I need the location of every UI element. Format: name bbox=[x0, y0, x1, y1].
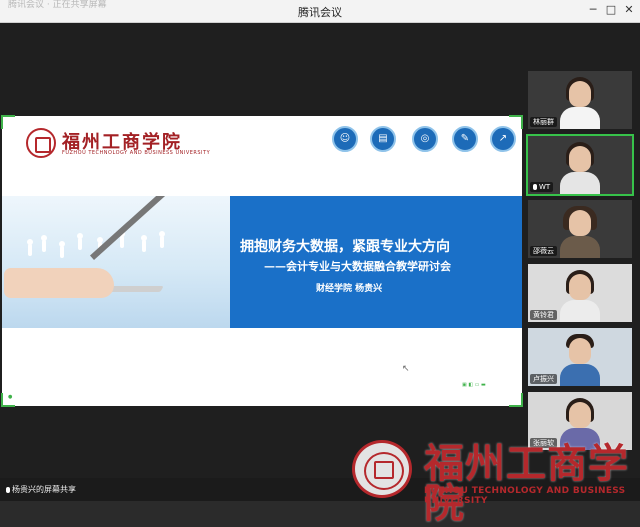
participant-tile[interactable]: 邵薇云 bbox=[528, 200, 632, 258]
participant-name: WT bbox=[539, 183, 551, 191]
school-name-en: FUZHOU TECHNOLOGY AND BUSINESS UNIVERSIT… bbox=[62, 150, 211, 156]
participant-label: WT bbox=[530, 182, 554, 192]
participant-tile[interactable]: 黄铃君 bbox=[528, 264, 632, 322]
participant-name: 卢振兴 bbox=[530, 374, 557, 384]
watermark-school-en: FUZHOU TECHNOLOGY AND BUSINESS UNIVERSIT… bbox=[424, 486, 626, 506]
banner-title: 拥抱财务大数据，紧跟专业大方向 bbox=[240, 239, 450, 255]
presentation-toolbar-icon: ▣ ◧ ▭ ▬ bbox=[462, 382, 486, 388]
mic-icon bbox=[533, 184, 537, 190]
participant-tile[interactable]: 林丽群 bbox=[528, 71, 632, 129]
window-title: 腾讯会议 bbox=[298, 6, 342, 19]
close-button[interactable]: ✕ bbox=[621, 3, 637, 16]
taskbar-icon: ● bbox=[8, 394, 13, 400]
maximize-button[interactable]: □ bbox=[603, 3, 619, 16]
participant-name: 邵薇云 bbox=[530, 246, 557, 256]
shared-slide: 福州工商学院 FUZHOU TECHNOLOGY AND BUSINESS UN… bbox=[1, 115, 523, 407]
watermark-seal-logo bbox=[352, 440, 412, 498]
slide-banner: 拥抱财务大数据，紧跟专业大方向 ——会计专业与大数据融合教学研讨会 财经学院 杨… bbox=[2, 196, 522, 328]
participant-sidebar: 林丽群 WT 邵薇云 黄铃君 卢振兴 张丽软 bbox=[523, 23, 640, 478]
participant-name: 黄铃君 bbox=[530, 310, 557, 320]
share-frame-corner bbox=[1, 115, 15, 129]
share-owner-text: 杨贵兴的屏幕共享 bbox=[12, 485, 76, 494]
mic-icon bbox=[6, 487, 10, 493]
screen-share-label[interactable]: 杨贵兴的屏幕共享 bbox=[6, 484, 76, 495]
school-seal-logo bbox=[26, 128, 56, 158]
share-frame-corner bbox=[509, 393, 523, 407]
banner-subtitle: ——会计专业与大数据融合教学研讨会 bbox=[264, 260, 451, 273]
participant-tile[interactable]: 卢振兴 bbox=[528, 328, 632, 386]
laptop-illustration bbox=[2, 196, 230, 328]
pen-icon: ✎ bbox=[452, 126, 478, 152]
shared-screen-area: 福州工商学院 FUZHOU TECHNOLOGY AND BUSINESS UN… bbox=[0, 23, 523, 478]
participant-tile-speaking[interactable]: WT bbox=[526, 134, 634, 196]
share-frame-corner bbox=[509, 115, 523, 129]
participant-name: 林丽群 bbox=[530, 117, 557, 127]
people-icon: ☺ bbox=[332, 126, 358, 152]
trend-icon: ↗ bbox=[490, 126, 516, 152]
mouse-cursor-icon: ↖ bbox=[402, 364, 410, 374]
banner-author: 财经学院 杨贵兴 bbox=[316, 284, 383, 294]
minimize-button[interactable]: ─ bbox=[585, 3, 601, 16]
target-icon: ◎ bbox=[412, 126, 438, 152]
watermark-school-cn: 福州工商学院 bbox=[424, 440, 629, 527]
title-bar: 腾讯会议 · 正在共享屏幕 腾讯会议 ─ □ ✕ bbox=[0, 0, 640, 23]
chart-icon: ▤ bbox=[370, 126, 396, 152]
